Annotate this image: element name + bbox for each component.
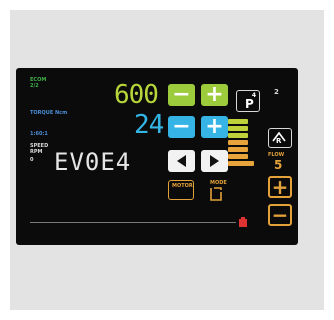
mode-sub-label: 2/2 [30,83,39,89]
flow-value: 5 [274,158,283,172]
level-bar-2 [228,126,248,131]
level-bar-5 [228,147,248,152]
gear-label: 1:60:1 [30,131,48,137]
level-bar-3 [228,133,248,138]
program-number: 4 [251,92,256,99]
bracket-icon [210,187,222,201]
level-bar-7 [228,161,254,166]
triangle-right-icon [210,155,219,167]
level-bar-6 [228,154,248,159]
speed-readout: 600 [114,80,159,110]
flow-plus-button[interactable]: + [268,176,292,198]
level-bar-1 [228,119,248,124]
program-letter: P [245,97,254,111]
warning-icon [239,217,247,227]
level-bar-4 [228,140,248,145]
model-code: EV0E4 [54,148,132,176]
motor-box[interactable]: MOTOR [168,180,194,200]
torque-plus-button[interactable]: + [201,116,228,138]
speed-plus-button[interactable]: + [201,84,228,106]
auto-reverse-button[interactable]: R [268,128,292,148]
torque-minus-button[interactable]: − [168,116,195,138]
auto-reverse-icon: R [272,131,286,145]
top-right-number: 2 [274,88,279,96]
control-panel: ECOM 2/2 TORQUE Ncm 1:60:1 SPEED RPM 0 6… [16,68,298,245]
forward-button[interactable] [201,150,228,172]
flow-minus-button[interactable]: − [268,204,292,226]
torque-label: TORQUE Ncm [30,110,68,116]
svg-text:R: R [276,137,282,145]
torque-readout: 24 [134,110,164,140]
side-label-rpm: RPM [30,149,43,155]
progress-track [30,222,236,223]
reverse-button[interactable] [168,150,195,172]
triangle-left-icon [177,155,186,167]
motor-box-label: MOTOR [172,183,193,189]
speed-minus-button[interactable]: − [168,84,195,106]
side-label-zero: 0 [30,157,34,163]
program-button[interactable]: P 4 [236,90,260,112]
